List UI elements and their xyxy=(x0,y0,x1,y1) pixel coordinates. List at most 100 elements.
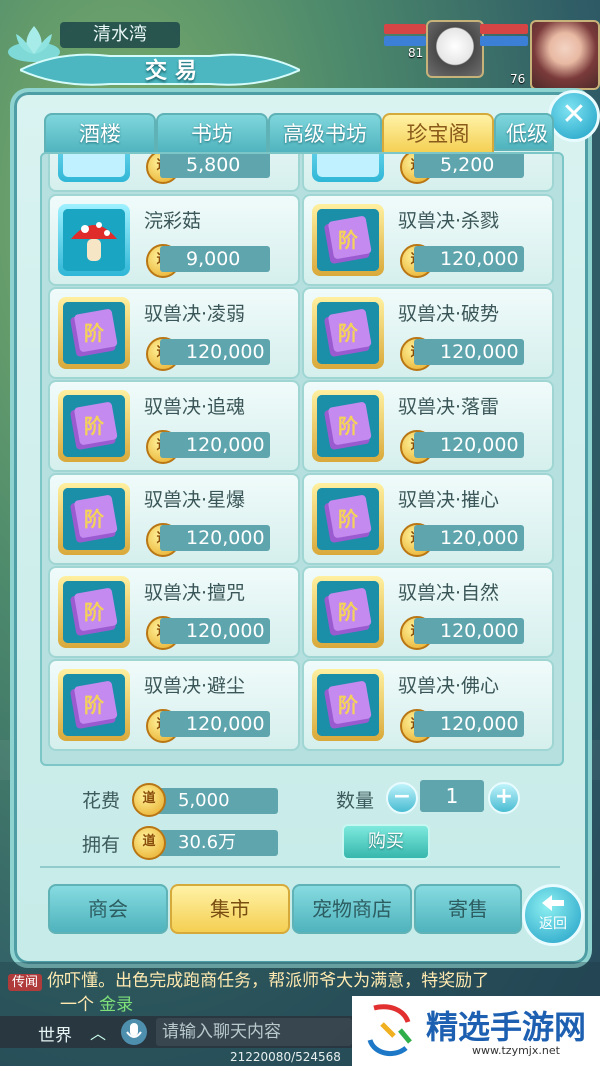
item-card[interactable]: 阶 驭兽决·佛心 道 120,000 xyxy=(302,659,554,751)
icon-frame: 阶 xyxy=(312,390,384,462)
icon-frame: 阶 xyxy=(58,669,130,741)
item-name: 驭兽决·凌弱 xyxy=(144,303,246,325)
chat-input[interactable]: 请输入聊天内容 xyxy=(156,1018,352,1046)
icon-frame: 阶 xyxy=(312,483,384,555)
close-button[interactable]: ✕ xyxy=(548,90,600,142)
divider xyxy=(40,866,560,868)
own-label: 拥有 xyxy=(82,834,121,856)
item-name: 驭兽决·星爆 xyxy=(144,489,246,511)
tab-jiulou[interactable]: 酒楼 xyxy=(44,113,156,155)
nav-consign[interactable]: 寄售 xyxy=(414,884,522,934)
skill-book-icon: 阶 xyxy=(317,488,379,550)
item-price: 5,200 xyxy=(414,154,524,178)
item-card[interactable]: 浣彩菇 道 9,000 xyxy=(48,194,300,286)
increase-button[interactable]: + xyxy=(488,782,520,814)
chat-channel[interactable]: 世界 xyxy=(38,1021,72,1046)
chat-highlight[interactable]: 金录 xyxy=(99,995,133,1015)
item-price: 5,800 xyxy=(160,154,270,178)
site-watermark: 精选手游网 www.tzymjx.net xyxy=(352,996,600,1066)
nav-pet-shop[interactable]: 宠物商店 xyxy=(292,884,412,934)
item-card-partial-left[interactable]: 道 5,800 xyxy=(48,154,300,192)
gold-coin-icon: 道 xyxy=(132,783,166,817)
item-card[interactable]: 阶 驭兽决·摧心 道 120,000 xyxy=(302,473,554,565)
svg-text:阶: 阶 xyxy=(338,228,359,252)
item-card[interactable]: 阶 驭兽决·杀戮 道 120,000 xyxy=(302,194,554,286)
svg-text:阶: 阶 xyxy=(84,321,105,345)
player-mp-bar xyxy=(480,36,528,46)
svg-text:阶: 阶 xyxy=(338,414,359,438)
item-card[interactable]: 阶 驭兽决·星爆 道 120,000 xyxy=(48,473,300,565)
microphone-icon[interactable] xyxy=(120,1016,148,1048)
chat-tag: 传闻 xyxy=(8,974,43,991)
icon-frame: 阶 xyxy=(58,483,130,555)
skill-book-icon: 阶 xyxy=(63,395,125,457)
chat-message-2: 一个 xyxy=(60,995,94,1015)
quantity-field[interactable]: 1 xyxy=(420,780,484,812)
icon-frame: 阶 xyxy=(312,669,384,741)
mushroom-icon xyxy=(63,209,125,271)
tab-shufang[interactable]: 书坊 xyxy=(156,113,268,155)
cost-value: 5,000 xyxy=(148,788,278,814)
back-label: 返回 xyxy=(539,916,567,932)
item-price: 120,000 xyxy=(160,711,270,737)
pet-mp-bar xyxy=(384,36,426,46)
svg-text:阶: 阶 xyxy=(84,507,105,531)
item-price: 120,000 xyxy=(160,339,270,365)
item-card[interactable]: 阶 驭兽决·落雷 道 120,000 xyxy=(302,380,554,472)
pet-level: 81 xyxy=(408,46,424,60)
pet-avatar[interactable] xyxy=(426,20,484,78)
back-arrow-icon xyxy=(542,895,564,911)
item-price: 120,000 xyxy=(414,525,524,551)
site-brand: 精选手游网 xyxy=(426,1008,587,1046)
svg-text:阶: 阶 xyxy=(84,600,105,624)
item-card[interactable]: 阶 驭兽决·擅咒 道 120,000 xyxy=(48,566,300,658)
player-level: 76 xyxy=(510,72,526,86)
item-name: 浣彩菇 xyxy=(144,210,202,232)
decrease-button[interactable]: − xyxy=(386,782,418,814)
svg-text:阶: 阶 xyxy=(84,414,105,438)
icon-frame: 阶 xyxy=(312,204,384,276)
back-button[interactable]: 返回 xyxy=(522,884,584,946)
skill-book-icon: 阶 xyxy=(317,674,379,736)
item-price: 120,000 xyxy=(414,246,524,272)
herb-icon xyxy=(312,154,384,182)
own-value: 30.6万 xyxy=(148,830,278,856)
item-name: 驭兽决·追魂 xyxy=(144,396,246,418)
svg-text:阶: 阶 xyxy=(338,507,359,531)
item-card[interactable]: 阶 驭兽决·凌弱 道 120,000 xyxy=(48,287,300,379)
chat-message-line: 传闻 你吓懂。出色完成跑商任务，帮派师爷大为满意，特奖励了 xyxy=(8,966,489,991)
nav-shanghui[interactable]: 商会 xyxy=(48,884,168,934)
item-card[interactable]: 阶 驭兽决·破势 道 120,000 xyxy=(302,287,554,379)
chevron-up-icon[interactable]: ︿ xyxy=(90,1020,106,1044)
skill-book-icon: 阶 xyxy=(63,488,125,550)
item-name: 驭兽决·杀戮 xyxy=(398,210,500,232)
tab-zhenbaoge[interactable]: 珍宝阁 xyxy=(382,113,494,155)
item-card[interactable]: 阶 驭兽决·自然 道 120,000 xyxy=(302,566,554,658)
location-label: 清水湾 xyxy=(60,22,180,48)
item-grid: 道 5,800 道 5,200 浣彩菇 道 9,000 阶 xyxy=(40,152,564,766)
skill-book-icon: 阶 xyxy=(317,209,379,271)
item-price: 120,000 xyxy=(414,618,524,644)
icon-frame: 阶 xyxy=(58,297,130,369)
icon-frame: 阶 xyxy=(58,390,130,462)
item-card-partial-right[interactable]: 道 5,200 xyxy=(302,154,554,192)
skill-book-icon: 阶 xyxy=(317,302,379,364)
pet-hp-bar xyxy=(384,24,426,34)
item-card[interactable]: 阶 驭兽决·追魂 道 120,000 xyxy=(48,380,300,472)
item-card[interactable]: 阶 驭兽决·避尘 道 120,000 xyxy=(48,659,300,751)
tab-advanced-shufang[interactable]: 高级书坊 xyxy=(268,113,382,155)
skill-book-icon: 阶 xyxy=(317,395,379,457)
item-price: 120,000 xyxy=(160,432,270,458)
skill-book-icon: 阶 xyxy=(63,302,125,364)
item-name: 驭兽决·落雷 xyxy=(398,396,500,418)
player-avatar[interactable] xyxy=(530,20,600,90)
tab-low-level[interactable]: 低级兑 xyxy=(494,113,554,151)
item-price: 120,000 xyxy=(414,711,524,737)
chat-message-line-2: 一个 金录 xyxy=(60,990,133,1015)
buy-button[interactable]: 购买 xyxy=(342,824,430,860)
nav-jishi[interactable]: 集市 xyxy=(170,884,290,934)
item-price: 9,000 xyxy=(160,246,270,272)
svg-text:阶: 阶 xyxy=(338,693,359,717)
skill-book-icon: 阶 xyxy=(63,674,125,736)
item-name: 驭兽决·摧心 xyxy=(398,489,500,511)
